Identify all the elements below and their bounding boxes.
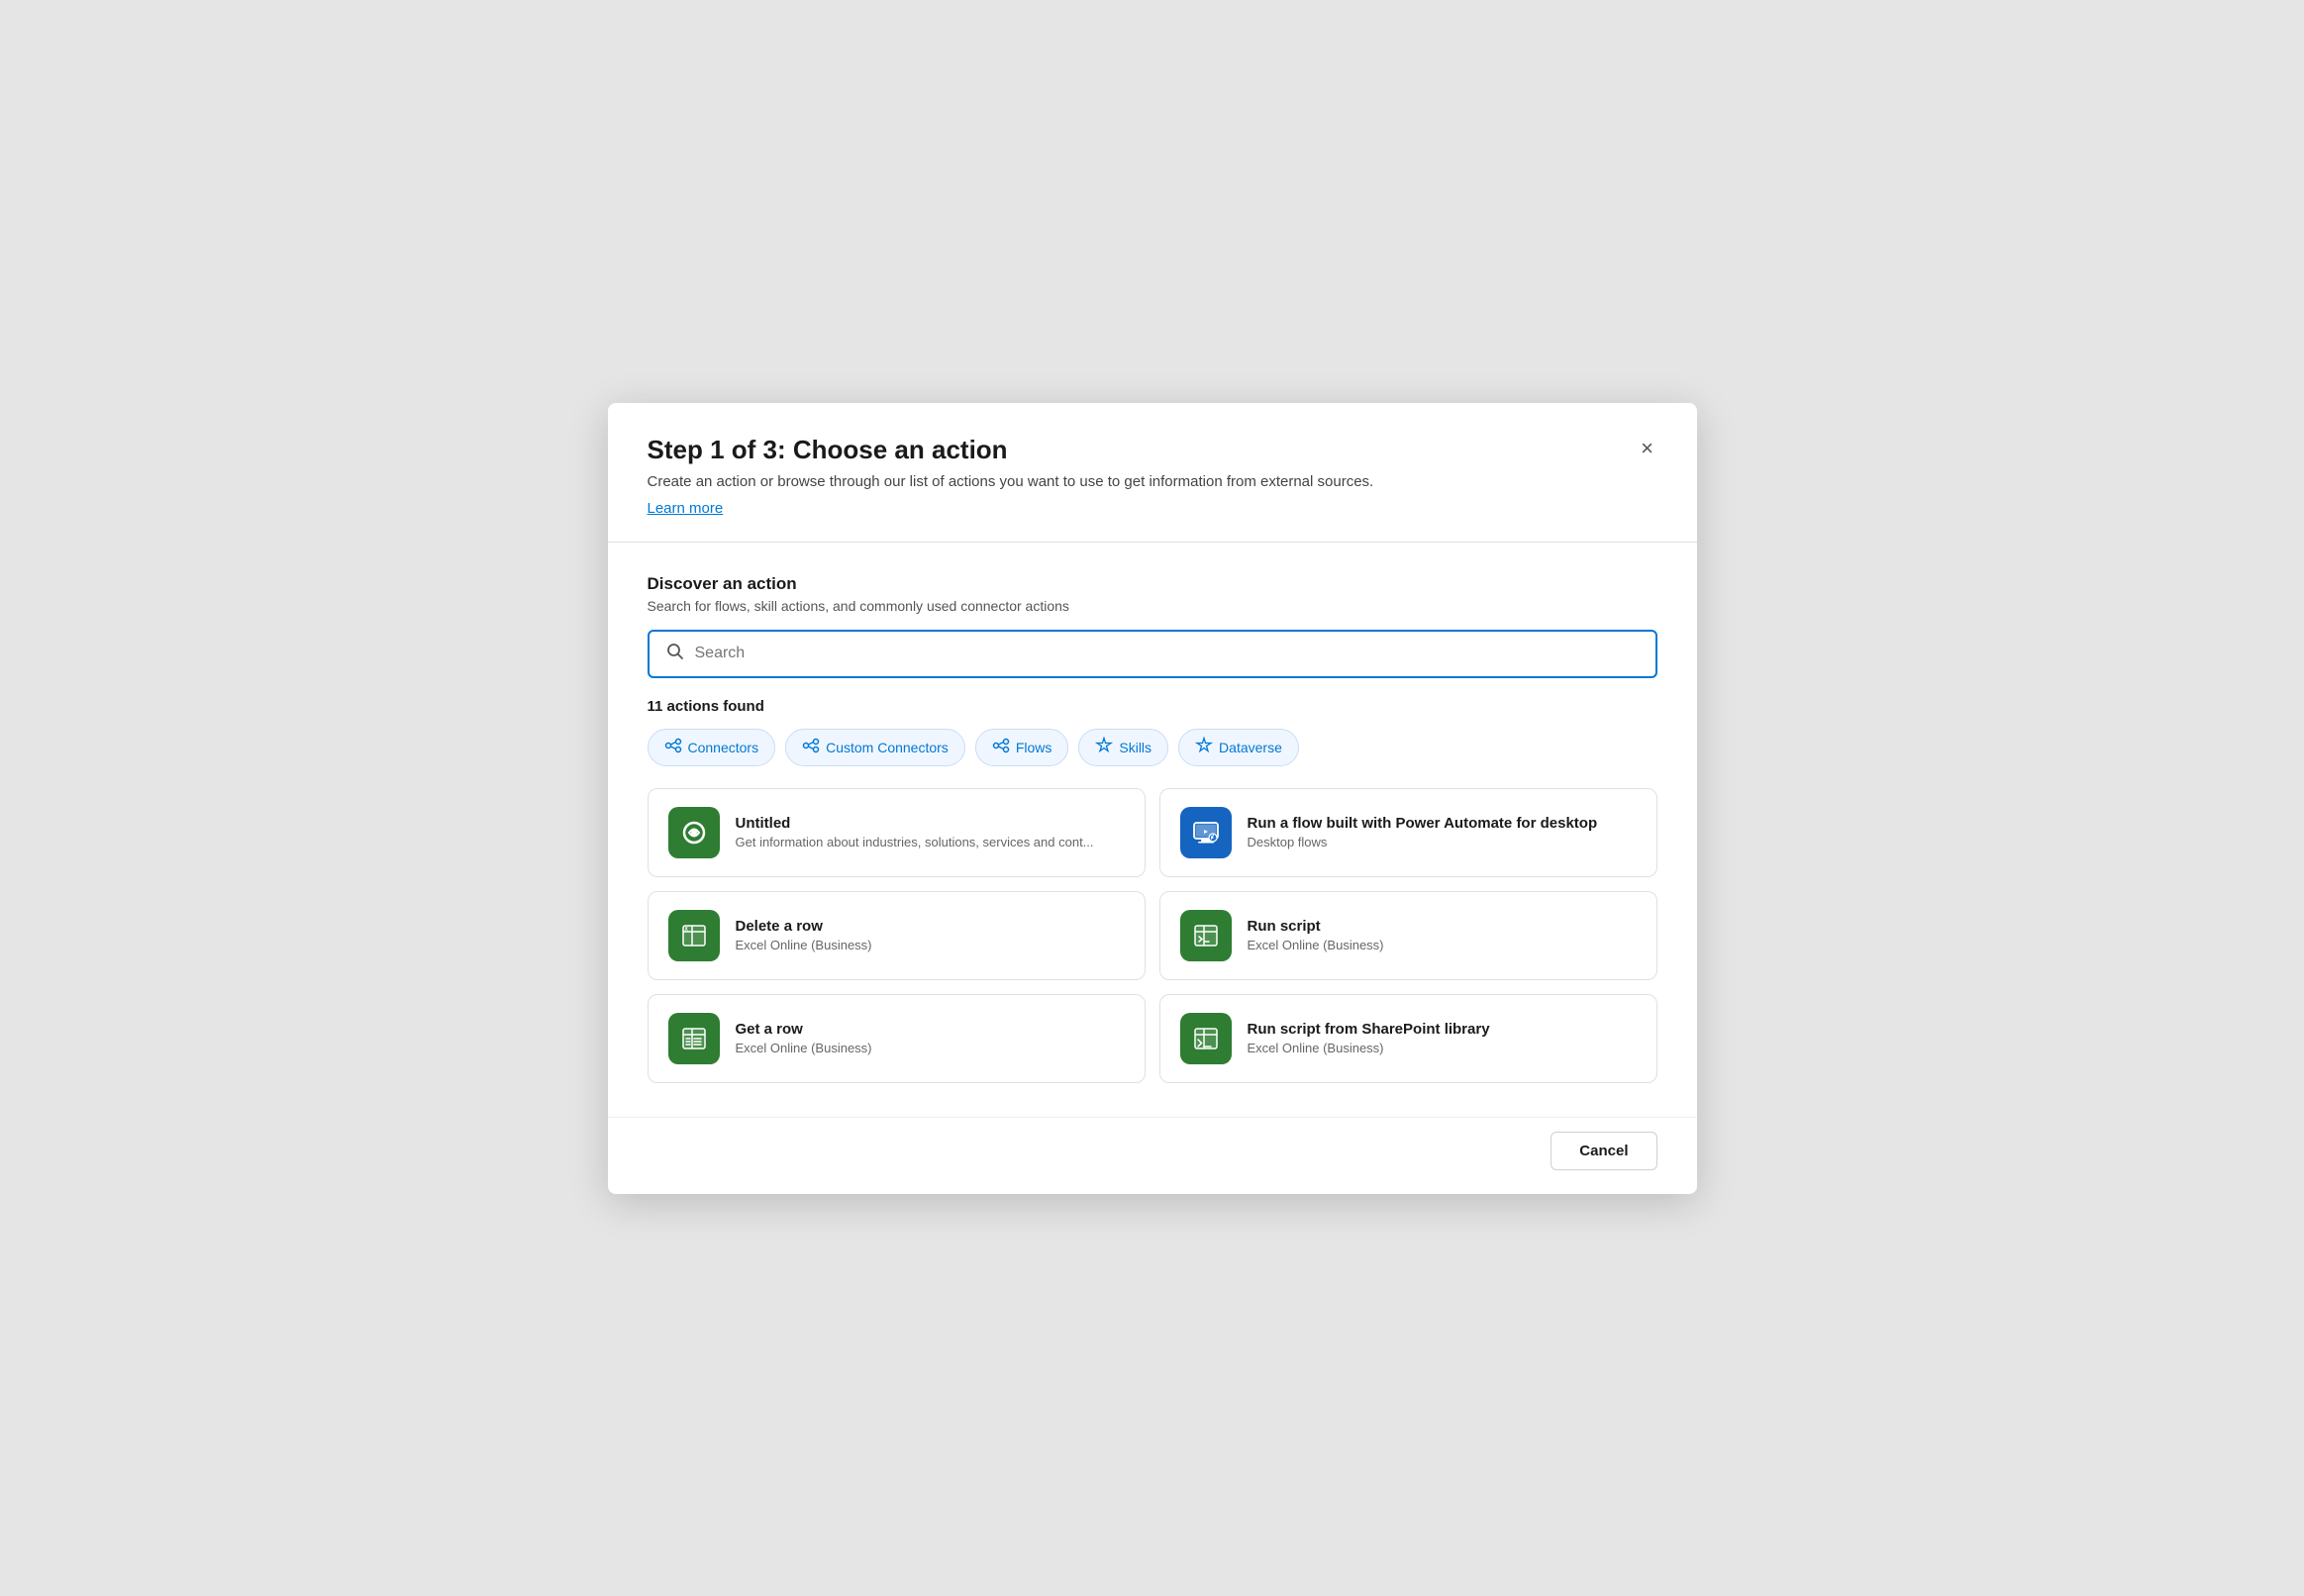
- action-card-delete-row[interactable]: X Delete a row Excel Online (Business): [648, 891, 1146, 980]
- action-icon-get-row: [668, 1013, 720, 1064]
- action-name-run-script-sharepoint: Run script from SharePoint library: [1248, 1021, 1490, 1038]
- action-icon-run-desktop-flow: [1180, 807, 1232, 858]
- action-card-get-row[interactable]: Get a row Excel Online (Business): [648, 994, 1146, 1083]
- action-card-run-script-sharepoint[interactable]: Run script from SharePoint library Excel…: [1159, 994, 1657, 1083]
- action-card-untitled[interactable]: Untitled Get information about industrie…: [648, 788, 1146, 877]
- chip-custom-connectors[interactable]: Custom Connectors: [785, 729, 965, 766]
- filter-chips: Connectors Custom Connectors: [648, 729, 1657, 766]
- action-source-run-script: Excel Online (Business): [1248, 938, 1384, 952]
- action-source-delete-row: Excel Online (Business): [736, 938, 872, 952]
- close-button[interactable]: ×: [1630, 431, 1665, 466]
- action-icon-untitled: [668, 807, 720, 858]
- dialog-footer: Cancel: [608, 1117, 1697, 1194]
- chip-flows[interactable]: Flows: [975, 729, 1069, 766]
- chip-dataverse[interactable]: Dataverse: [1178, 729, 1299, 766]
- action-info-run-desktop-flow: Run a flow built with Power Automate for…: [1248, 815, 1598, 849]
- action-info-run-script-sharepoint: Run script from SharePoint library Excel…: [1248, 1021, 1490, 1055]
- search-input[interactable]: [695, 645, 1640, 662]
- action-info-delete-row: Delete a row Excel Online (Business): [736, 918, 872, 952]
- action-card-run-desktop-flow[interactable]: Run a flow built with Power Automate for…: [1159, 788, 1657, 877]
- search-icon: [665, 642, 685, 666]
- discover-subtitle: Search for flows, skill actions, and com…: [648, 598, 1657, 614]
- connectors-label: Connectors: [688, 740, 759, 755]
- action-source-run-script-sharepoint: Excel Online (Business): [1248, 1041, 1490, 1055]
- dialog-title: Step 1 of 3: Choose an action: [648, 435, 1657, 465]
- action-source-get-row: Excel Online (Business): [736, 1041, 872, 1055]
- action-name-run-desktop-flow: Run a flow built with Power Automate for…: [1248, 815, 1598, 832]
- custom-connectors-icon: [802, 737, 820, 758]
- dataverse-icon: [1195, 737, 1213, 758]
- action-icon-run-script-sharepoint: [1180, 1013, 1232, 1064]
- learn-more-link[interactable]: Learn more: [648, 500, 724, 517]
- action-name-untitled: Untitled: [736, 815, 1094, 832]
- dialog-header: Step 1 of 3: Choose an action Create an …: [608, 403, 1697, 543]
- flows-icon: [992, 737, 1010, 758]
- action-info-run-script: Run script Excel Online (Business): [1248, 918, 1384, 952]
- action-info-untitled: Untitled Get information about industrie…: [736, 815, 1094, 849]
- actions-found-label: 11 actions found: [648, 698, 1657, 715]
- action-card-run-script[interactable]: Run script Excel Online (Business): [1159, 891, 1657, 980]
- action-name-get-row: Get a row: [736, 1021, 872, 1038]
- action-name-run-script: Run script: [1248, 918, 1384, 935]
- choose-action-dialog: Step 1 of 3: Choose an action Create an …: [608, 403, 1697, 1194]
- dataverse-label: Dataverse: [1219, 740, 1282, 755]
- action-icon-delete-row: X: [668, 910, 720, 961]
- dialog-body: Discover an action Search for flows, ski…: [608, 543, 1697, 1117]
- dialog-subtitle: Create an action or browse through our l…: [648, 473, 1657, 490]
- cancel-button[interactable]: Cancel: [1551, 1132, 1656, 1170]
- action-source-run-desktop-flow: Desktop flows: [1248, 835, 1598, 849]
- actions-grid: Untitled Get information about industrie…: [648, 788, 1657, 1083]
- skills-label: Skills: [1119, 740, 1152, 755]
- action-name-delete-row: Delete a row: [736, 918, 872, 935]
- search-box: [648, 630, 1657, 678]
- discover-title: Discover an action: [648, 574, 1657, 594]
- custom-connectors-label: Custom Connectors: [826, 740, 949, 755]
- chip-connectors[interactable]: Connectors: [648, 729, 776, 766]
- skills-icon: [1095, 737, 1113, 758]
- chip-skills[interactable]: Skills: [1078, 729, 1168, 766]
- flows-label: Flows: [1016, 740, 1052, 755]
- connectors-icon: [664, 737, 682, 758]
- action-icon-run-script: [1180, 910, 1232, 961]
- action-info-get-row: Get a row Excel Online (Business): [736, 1021, 872, 1055]
- action-source-untitled: Get information about industries, soluti…: [736, 835, 1094, 849]
